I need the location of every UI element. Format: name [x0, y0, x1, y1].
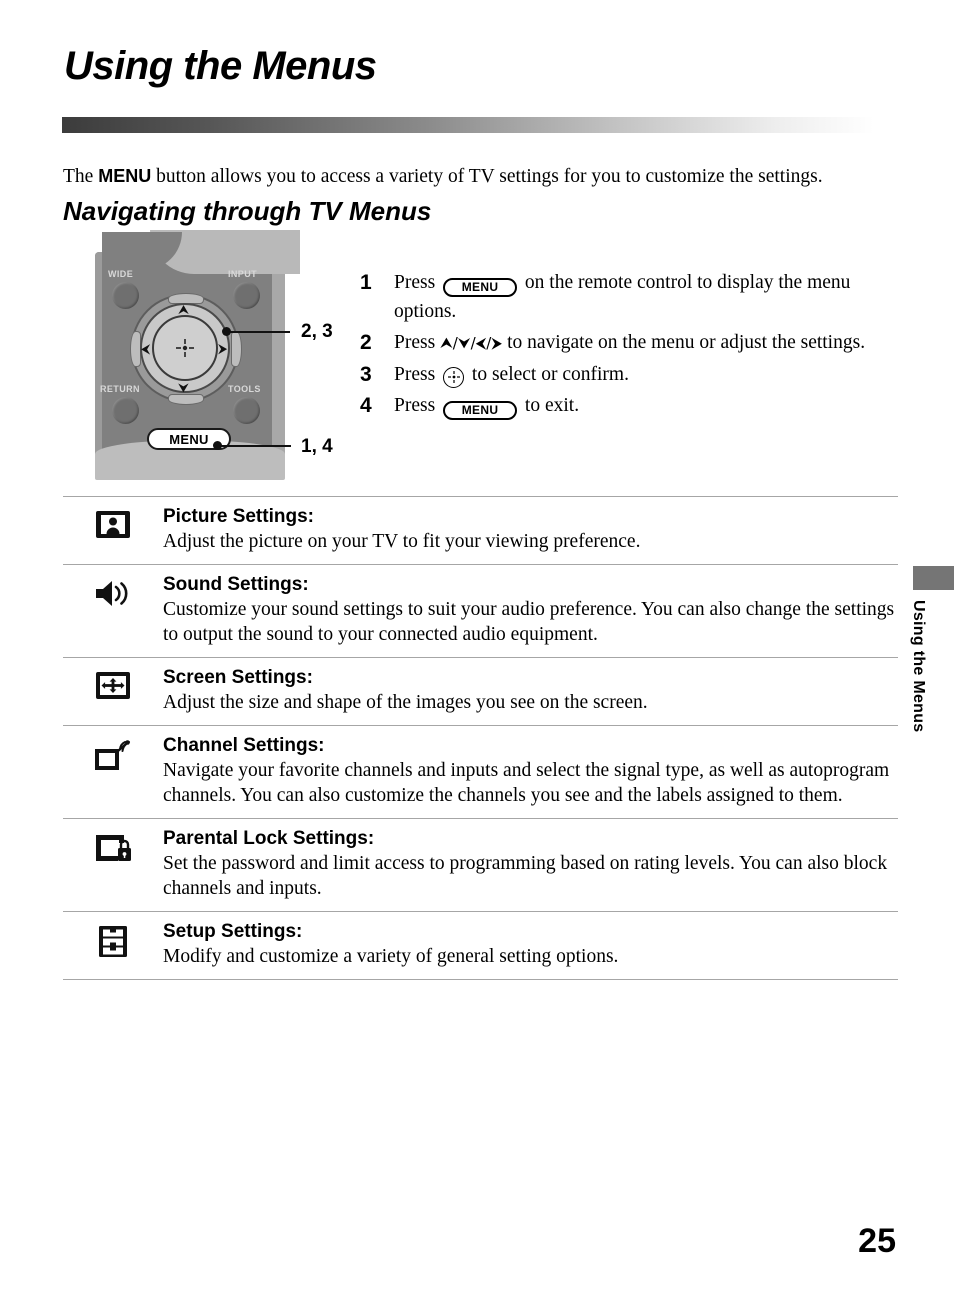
step-text: Press MENU on the remote control to disp… — [394, 268, 905, 326]
menu-leader-line — [219, 445, 291, 447]
step-item: 3 Press to select or confirm. — [360, 360, 905, 389]
settings-row-screen: Screen Settings: Adjust the size and sha… — [63, 657, 898, 725]
settings-row-setup: Setup Settings: Modify and customize a v… — [63, 911, 898, 980]
settings-title: Screen Settings: — [163, 667, 313, 688]
step-text: Press to select or confirm. — [394, 360, 905, 389]
remote-wide-button[interactable] — [112, 282, 139, 309]
step-number: 1 — [360, 271, 372, 294]
settings-title: Sound Settings: — [163, 574, 309, 595]
settings-row-sound: Sound Settings: Customize your sound set… — [63, 564, 898, 657]
picture-settings-icon — [63, 506, 163, 539]
intro-text-after: button allows you to access a variety of… — [151, 166, 823, 187]
remote-input-label: INPUT — [228, 269, 257, 279]
steps-list: 1 Press MENU on the remote control to di… — [360, 268, 905, 422]
step-item: 4 Press MENU to exit. — [360, 391, 905, 420]
settings-row-channel: Channel Settings: Navigate your favorite… — [63, 725, 898, 818]
page-title: Using the Menus — [64, 44, 377, 88]
channel-settings-icon — [63, 735, 163, 773]
remote-return-label: RETURN — [100, 384, 140, 394]
remote-tools-button[interactable] — [233, 397, 260, 424]
section-heading: Navigating through TV Menus — [63, 196, 432, 226]
settings-row-parental-lock: Parental Lock Settings: Set the password… — [63, 818, 898, 911]
step-item: 1 Press MENU on the remote control to di… — [360, 268, 905, 326]
remote-control-illustration: WIDE INPUT RETURN TOOLS ⮝ ⮟ ⮜ ⮞ MENU — [90, 230, 300, 480]
remote-left-edge — [95, 252, 102, 477]
step-text: Press MENU to exit. — [394, 391, 905, 420]
title-gradient-rule — [62, 117, 874, 133]
step-text-pre: Press — [394, 364, 441, 385]
settings-description: Navigate your favorite channels and inpu… — [163, 760, 890, 806]
step-text-post: to select or confirm. — [467, 364, 629, 385]
inline-enter-key-icon[interactable] — [443, 366, 465, 388]
side-tab-marker — [913, 566, 954, 590]
settings-body: Parental Lock Settings: Set the password… — [163, 828, 898, 901]
settings-list: Picture Settings: Adjust the picture on … — [63, 496, 898, 980]
screen-settings-icon — [63, 667, 163, 700]
inline-menu-key[interactable]: MENU — [443, 278, 518, 297]
remote-dpad-down-arrow-icon: ⮟ — [178, 381, 190, 396]
intro-paragraph: The MENU button allows you to access a v… — [63, 163, 903, 190]
step-item: 2 Press ⮝/⮟/⮜/⮞ to navigate on the menu … — [360, 328, 905, 358]
step-text-pre: Press — [394, 332, 441, 353]
settings-description: Adjust the picture on your TV to fit you… — [163, 531, 641, 552]
remote-tools-label: TOOLS — [228, 384, 261, 394]
settings-row-picture: Picture Settings: Adjust the picture on … — [63, 496, 898, 564]
side-tab-label: Using the Menus — [910, 600, 927, 733]
settings-title: Setup Settings: — [163, 921, 303, 942]
settings-body: Screen Settings: Adjust the size and sha… — [163, 667, 898, 715]
step-text-pre: Press — [394, 395, 441, 416]
step-number: 3 — [360, 363, 372, 386]
settings-description: Adjust the size and shape of the images … — [163, 692, 648, 713]
step-number: 2 — [360, 331, 372, 354]
step-text-post: to exit. — [520, 395, 580, 416]
settings-title: Parental Lock Settings: — [163, 828, 375, 849]
inline-menu-key[interactable]: MENU — [443, 401, 518, 420]
remote-right-edge — [272, 252, 285, 477]
remote-input-button[interactable] — [233, 282, 260, 309]
sound-settings-icon — [63, 574, 163, 609]
settings-description: Set the password and limit access to pro… — [163, 853, 888, 899]
dpad-callout-label: 2, 3 — [301, 321, 333, 342]
setup-settings-icon — [63, 921, 163, 958]
menu-callout-label: 1, 4 — [301, 436, 333, 457]
settings-description: Modify and customize a variety of genera… — [163, 946, 619, 967]
settings-body: Sound Settings: Customize your sound set… — [163, 574, 898, 647]
step-text-pre: Press — [394, 272, 441, 293]
remote-dpad-left-arrow-icon: ⮜ — [141, 342, 151, 357]
settings-body: Channel Settings: Navigate your favorite… — [163, 735, 898, 808]
remote-dpad-up-arrow-icon: ⮝ — [178, 303, 190, 318]
remote-enter-crosshair-icon — [174, 337, 196, 364]
intro-text-before: The — [63, 166, 99, 187]
inline-arrow-keys-icon: ⮝/⮟/⮜/⮞ — [440, 334, 503, 352]
remote-wide-label: WIDE — [108, 269, 134, 279]
step-text-post: to navigate on the menu or adjust the se… — [502, 332, 866, 353]
intro-menu-keyword: MENU — [98, 166, 152, 186]
remote-dpad-right-arrow-icon: ⮞ — [218, 342, 228, 357]
settings-title: Picture Settings: — [163, 506, 314, 527]
parental-lock-settings-icon — [63, 828, 163, 863]
page-number: 25 — [858, 1222, 896, 1260]
settings-description: Customize your sound settings to suit yo… — [163, 599, 895, 645]
dpad-leader-line — [228, 331, 290, 333]
step-number: 4 — [360, 394, 372, 417]
remote-return-button[interactable] — [112, 397, 139, 424]
remote-dpad-right-pad[interactable] — [231, 331, 242, 367]
step-text: Press ⮝/⮟/⮜/⮞ to navigate on the menu or… — [394, 328, 905, 358]
settings-body: Setup Settings: Modify and customize a v… — [163, 921, 898, 969]
settings-title: Channel Settings: — [163, 735, 325, 756]
settings-body: Picture Settings: Adjust the picture on … — [163, 506, 898, 554]
